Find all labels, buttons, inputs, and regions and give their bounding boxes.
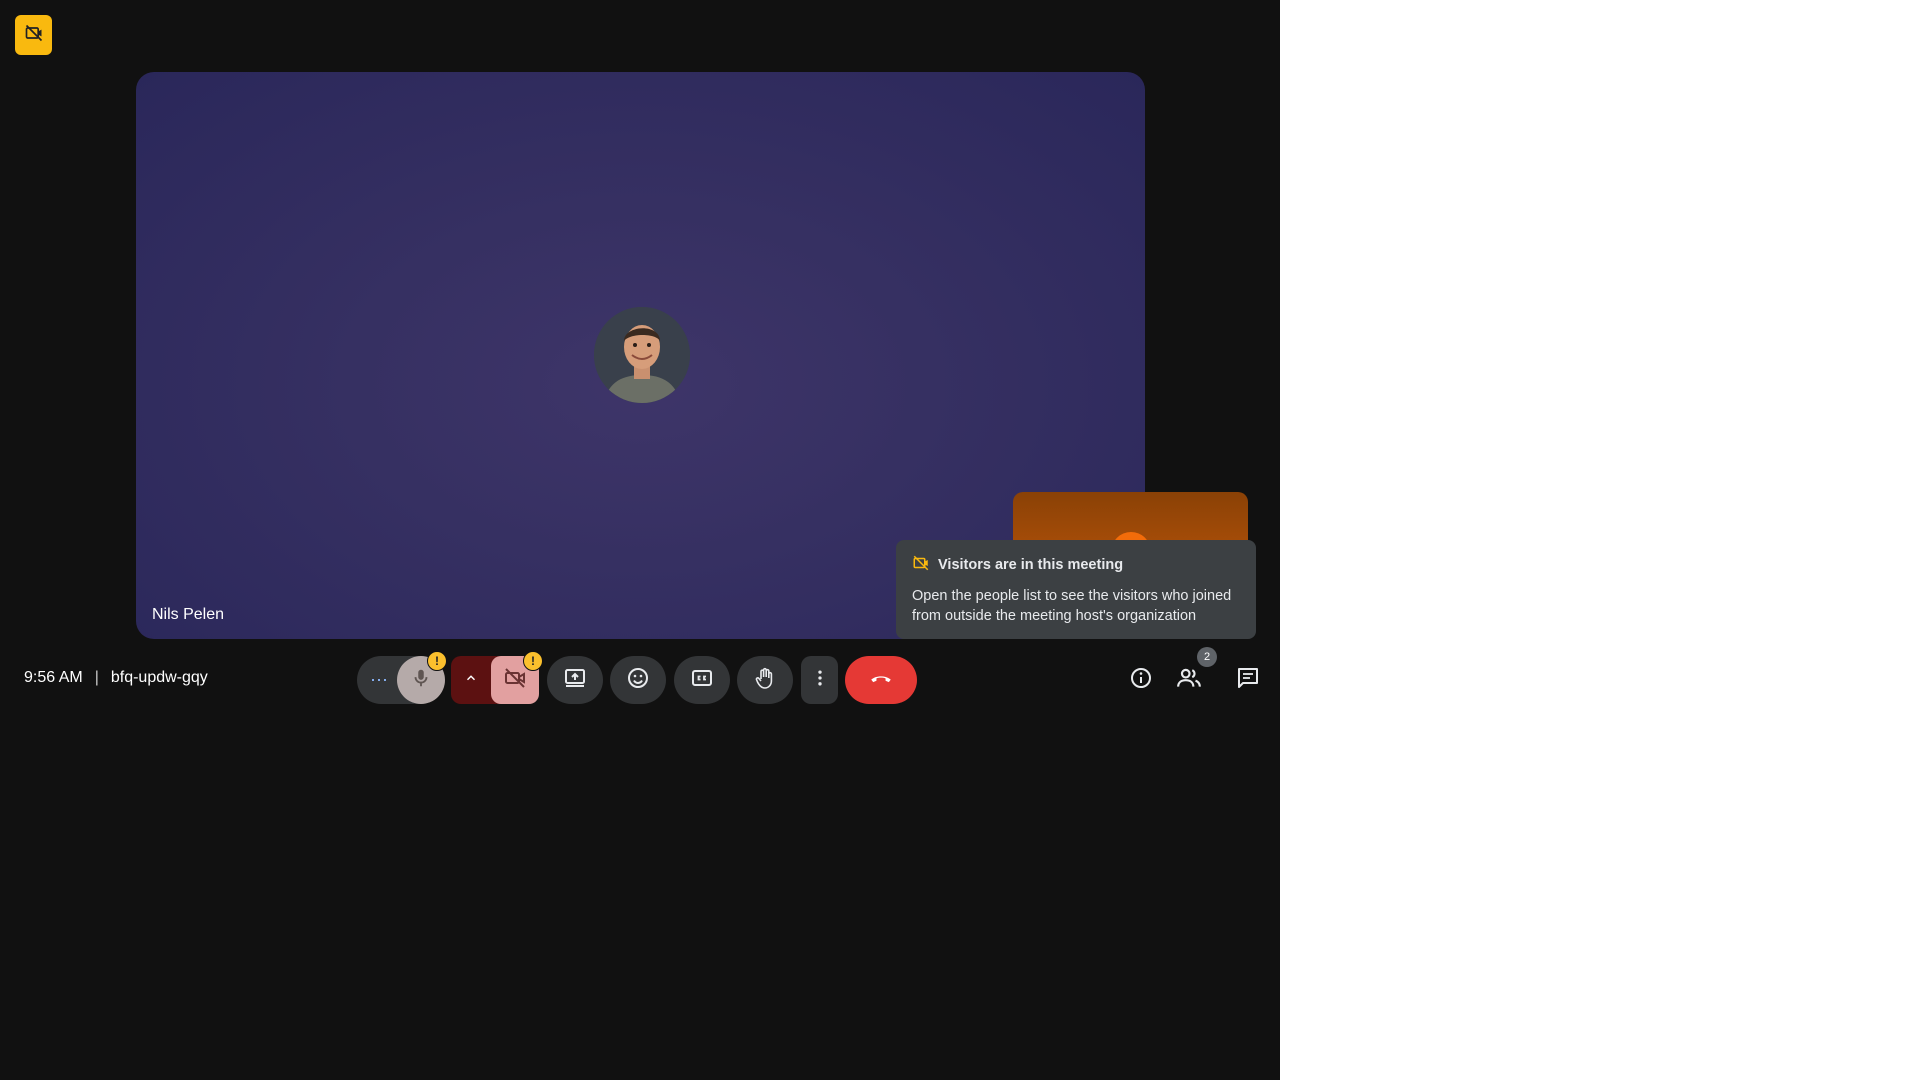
emoji-icon xyxy=(626,666,650,695)
captions-icon xyxy=(690,666,714,695)
visitor-no-video-icon xyxy=(24,23,44,48)
meeting-details: 9:56 AM | bfq-updw-gqy xyxy=(24,669,208,687)
meeting-details-button[interactable] xyxy=(1125,664,1157,696)
participant-name: Nils Pelen xyxy=(152,606,225,623)
end-call-icon xyxy=(868,665,894,696)
visitors-popup: Visitors are in this meeting Open the pe… xyxy=(896,540,1256,639)
info-icon xyxy=(1129,666,1153,695)
leave-call-button[interactable] xyxy=(845,656,917,704)
chevron-up-icon xyxy=(464,671,478,690)
popup-title: Visitors are in this meeting xyxy=(938,557,1124,573)
visitors-badge[interactable] xyxy=(15,15,52,55)
mic-warning-badge: ! xyxy=(427,651,447,671)
meeting-separator: | xyxy=(94,669,99,686)
captions-button[interactable] xyxy=(674,656,730,704)
people-button[interactable] xyxy=(1173,664,1205,696)
people-icon xyxy=(1176,665,1202,696)
reactions-button[interactable] xyxy=(610,656,666,704)
camera-options-button[interactable] xyxy=(451,671,491,690)
popup-body: Open the people list to see the visitors… xyxy=(912,588,1232,624)
chat-button[interactable] xyxy=(1232,664,1264,696)
present-screen-icon xyxy=(563,666,587,695)
present-button[interactable] xyxy=(547,656,603,704)
more-options-button[interactable] xyxy=(801,656,838,704)
more-vert-icon xyxy=(810,668,830,693)
microphone-icon xyxy=(410,667,432,694)
raise-hand-button[interactable] xyxy=(737,656,793,704)
raise-hand-icon xyxy=(753,666,777,695)
camera-warning-badge: ! xyxy=(523,651,543,671)
audio-control-group: ⋯ ! xyxy=(357,651,447,704)
visitor-no-video-icon xyxy=(912,554,930,576)
camera-control-group: ! xyxy=(451,651,543,704)
meet-window: Nils Pelen Visitors are in this meeting … xyxy=(0,0,1280,1080)
people-count-badge: 2 xyxy=(1197,647,1217,667)
participant-avatar xyxy=(594,307,690,403)
meeting-time: 9:56 AM xyxy=(24,669,83,686)
chat-icon xyxy=(1236,666,1260,695)
camera-off-icon xyxy=(503,666,527,695)
audio-options-button[interactable]: ⋯ xyxy=(357,670,401,691)
meeting-code: bfq-updw-gqy xyxy=(110,669,208,686)
